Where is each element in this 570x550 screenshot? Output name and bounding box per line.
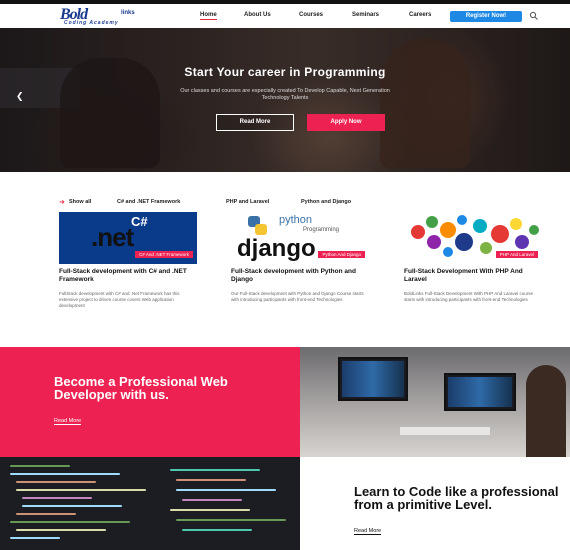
- office-photo: [300, 347, 570, 457]
- hero-banner: ❮ Start Your career in Programming Our c…: [0, 28, 570, 172]
- code-editor-photo: [0, 457, 300, 550]
- hero-subtitle: Our classes and courses are especially c…: [180, 88, 390, 101]
- csharp-logo: C#: [131, 214, 148, 229]
- learn-read-more-link[interactable]: Read More: [354, 528, 382, 535]
- monitor-image: [444, 373, 516, 411]
- course-description: BoldLinks Full-Stack Development With PH…: [404, 291, 533, 302]
- register-now-button[interactable]: Register Now!: [450, 11, 522, 22]
- course-badge: Python And Django: [318, 251, 365, 258]
- course-title[interactable]: Full-Stack development with Python and D…: [231, 268, 371, 284]
- course-description: FullStack development with C# and .Net F…: [59, 291, 180, 308]
- course-badge: PHP And Laravel: [495, 251, 538, 258]
- filter-show-all[interactable]: Show all: [69, 199, 91, 205]
- nav-seminars[interactable]: Seminars: [352, 12, 379, 18]
- search-icon[interactable]: [529, 11, 539, 21]
- course-thumbnail-python[interactable]: python Programming django Python And Dja…: [231, 212, 369, 264]
- course-thumbnail-csharp[interactable]: C# .net C# And .NET Framework: [59, 212, 197, 264]
- arrow-right-icon: ➜: [59, 199, 65, 206]
- keyboard-image: [400, 427, 490, 435]
- nav-about-us[interactable]: About Us: [244, 12, 271, 18]
- become-developer-panel: Become a Professional Web Developer with…: [0, 347, 300, 457]
- nav-courses[interactable]: Courses: [299, 12, 323, 18]
- filter-php-laravel[interactable]: PHP and Laravel: [226, 199, 269, 205]
- course-title[interactable]: Full-Stack Development With PHP And Lara…: [404, 268, 544, 284]
- monitor-image: [338, 357, 408, 401]
- python-wordmark: python: [279, 214, 313, 226]
- filter-python-django[interactable]: Python and Django: [301, 199, 351, 205]
- dotnet-logo: .net: [91, 222, 134, 252]
- logo-tagline: Coding Academy: [64, 20, 119, 26]
- become-read-more-link[interactable]: Read More: [54, 418, 82, 425]
- django-wordmark: django: [237, 235, 316, 262]
- page: Bold links Coding Academy Home About Us …: [0, 0, 570, 550]
- learn-to-code-title: Learn to Code like a professional from a…: [354, 484, 559, 512]
- hero-title: Start Your career in Programming: [184, 65, 386, 79]
- hero-read-more-button[interactable]: Read More: [216, 114, 294, 131]
- hero-apply-now-button[interactable]: Apply Now: [307, 114, 385, 131]
- course-badge: C# And .NET Framework: [135, 251, 193, 258]
- logo-suffix: links: [121, 10, 135, 16]
- header: Bold links Coding Academy Home About Us …: [0, 4, 570, 28]
- filter-csharp-net[interactable]: C# and .NET Framework: [117, 199, 180, 205]
- course-title[interactable]: Full-Stack development with C# and .NET …: [59, 268, 199, 284]
- nav-careers[interactable]: Careers: [409, 12, 431, 18]
- chevron-left-icon[interactable]: ❮: [16, 91, 24, 102]
- become-developer-title: Become a Professional Web Developer with…: [54, 374, 228, 402]
- programming-wordmark: Programming: [303, 227, 340, 233]
- course-description: Our Full-Stack development with Python a…: [231, 291, 364, 302]
- nav-home[interactable]: Home: [200, 12, 217, 20]
- logo[interactable]: Bold links Coding Academy: [60, 6, 150, 27]
- course-thumbnail-php[interactable]: PHP And Laravel: [404, 212, 542, 264]
- developer-figure: [526, 365, 566, 457]
- learn-to-code-panel: Learn to Code like a professional from a…: [300, 457, 570, 550]
